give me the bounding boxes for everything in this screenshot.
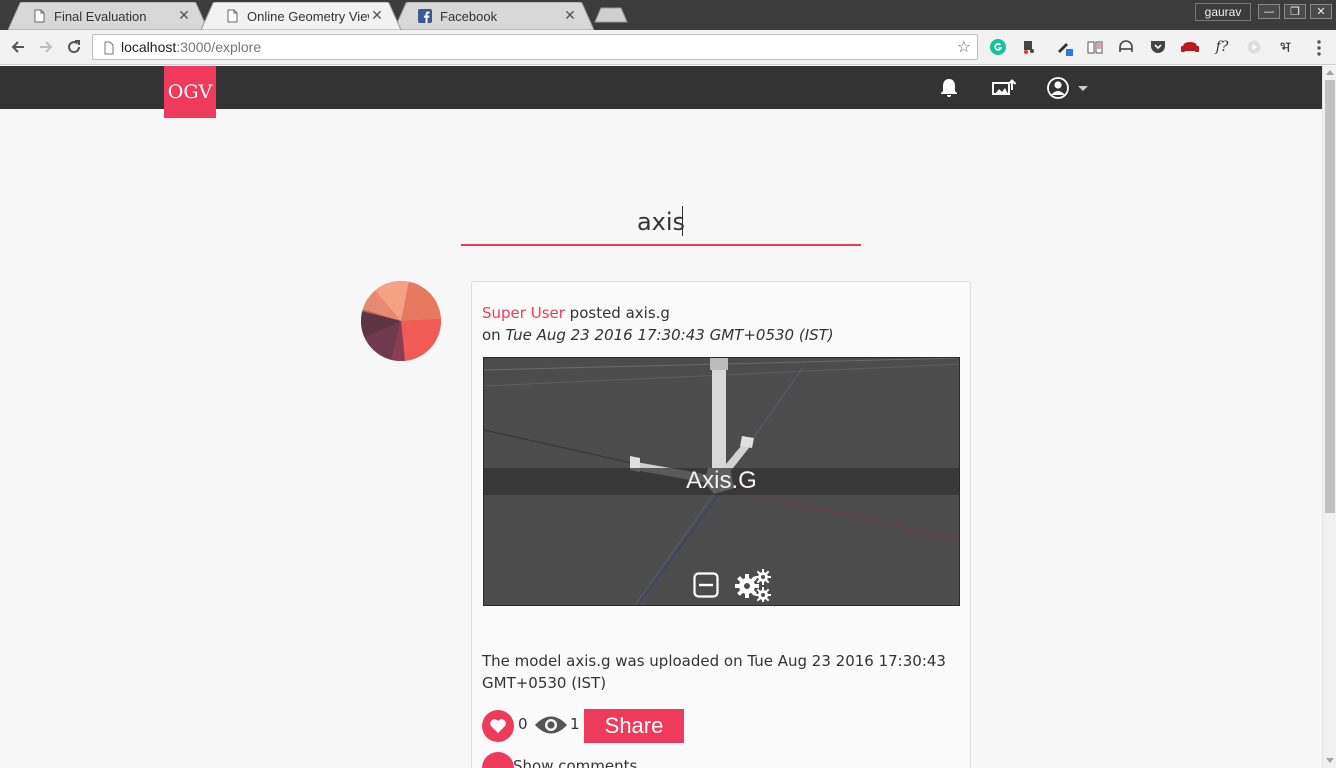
page-icon <box>34 9 45 23</box>
notifications-button[interactable] <box>938 77 960 99</box>
post-date-prefix: on <box>482 326 506 344</box>
bell-icon <box>941 79 957 97</box>
upload-button[interactable] <box>990 77 1018 99</box>
profile-button[interactable]: gaurav <box>1195 3 1251 21</box>
close-window-button[interactable]: ✕ <box>1310 4 1332 19</box>
search-field[interactable] <box>461 200 861 246</box>
likes-count: 0 <box>518 715 528 733</box>
viewer-title: Axis.G <box>686 467 757 494</box>
url-path: :3000/explore <box>176 39 262 55</box>
settings-button[interactable] <box>734 568 774 602</box>
reader-icon[interactable] <box>1086 38 1104 56</box>
reload-icon <box>68 40 81 54</box>
hindi-icon[interactable]: भ <box>1276 38 1294 56</box>
pocket-icon[interactable] <box>1149 38 1167 56</box>
new-tab-button[interactable] <box>594 7 628 23</box>
post-date: Tue Aug 23 2016 17:30:43 GMT+0530 (IST) <box>505 326 834 344</box>
grammarly-icon[interactable] <box>989 38 1007 56</box>
collapse-button[interactable] <box>693 572 721 600</box>
minimize-button[interactable]: — <box>1258 4 1280 19</box>
back-arrow-icon <box>11 41 24 53</box>
play-icon[interactable] <box>1245 38 1263 56</box>
user-icon <box>1047 77 1069 99</box>
model-viewer[interactable]: Axis.G <box>483 357 960 606</box>
eyedropper-icon[interactable] <box>1055 38 1073 56</box>
back-button[interactable] <box>7 36 29 58</box>
facebook-icon <box>418 9 432 23</box>
show-comments-label[interactable]: Show comments <box>513 757 637 768</box>
forward-button[interactable] <box>35 36 57 58</box>
share-button[interactable]: Share <box>584 709 684 743</box>
page-icon <box>227 9 238 23</box>
page-info-icon[interactable] <box>103 41 115 55</box>
like-button[interactable] <box>482 710 514 742</box>
tab-title: Facebook <box>440 8 498 24</box>
browser-menu-icon[interactable] <box>1312 39 1326 57</box>
search-input[interactable] <box>461 200 861 243</box>
minus-square-icon <box>693 572 719 598</box>
sofa-icon[interactable] <box>1181 38 1199 56</box>
views-count: 1 <box>570 715 580 733</box>
post-header: Super User posted axis.g <box>482 304 670 322</box>
post-description: The model axis.g was uploaded on Tue Aug… <box>482 652 946 692</box>
user-menu[interactable] <box>1045 77 1091 99</box>
post-date-line: on Tue Aug 23 2016 17:30:43 GMT+0530 (IS… <box>482 326 834 344</box>
reload-button[interactable] <box>63 36 85 58</box>
upload-icon <box>992 79 1017 95</box>
scroll-down-arrow-icon[interactable] <box>1326 758 1334 763</box>
browser-toolbar: localhost:3000/explore ☆ f? भ <box>0 30 1336 65</box>
page-scrollbar[interactable] <box>1322 66 1336 768</box>
tab-close-icon[interactable]: ✕ <box>176 8 192 24</box>
gears-icon <box>735 569 771 602</box>
forward-arrow-icon <box>40 41 53 53</box>
restore-button[interactable]: ❐ <box>1284 4 1306 19</box>
heart-icon <box>490 719 506 733</box>
caret-down-icon <box>1078 86 1088 91</box>
tab-online-geometry-viewer[interactable]: Online Geometry View ✕ <box>201 2 401 30</box>
tab-title: Online Geometry View <box>247 8 369 24</box>
post-card: Super User posted axis.g on Tue Aug 23 2… <box>471 281 971 768</box>
address-bar[interactable]: localhost:3000/explore ☆ <box>92 34 978 60</box>
eye-icon <box>535 716 567 734</box>
incognito-icon[interactable] <box>1117 38 1135 56</box>
scroll-up-arrow-icon[interactable] <box>1326 70 1334 75</box>
url-host: localhost <box>121 39 177 55</box>
tab-final-evaluation[interactable]: Final Evaluation ✕ <box>8 2 208 30</box>
post-actions: 0 1 Share <box>482 708 962 743</box>
tab-close-icon[interactable]: ✕ <box>562 8 578 24</box>
tab-close-icon[interactable]: ✕ <box>369 8 385 24</box>
extension-icon[interactable] <box>1020 38 1038 56</box>
url-text[interactable]: localhost:3000/explore <box>121 35 261 59</box>
font-icon[interactable]: f? <box>1213 38 1231 56</box>
tab-title: Final Evaluation <box>54 8 147 24</box>
bookmark-star-icon[interactable]: ☆ <box>957 38 971 56</box>
post-action-text: posted axis.g <box>564 304 670 322</box>
brand-logo[interactable]: OGV <box>164 66 216 118</box>
avatar[interactable] <box>361 281 441 361</box>
scrollbar-thumb[interactable] <box>1325 80 1335 513</box>
comment-icon <box>482 752 514 768</box>
post-author-link[interactable]: Super User <box>482 304 565 322</box>
tab-facebook[interactable]: Facebook ✕ <box>394 2 594 30</box>
browser-tab-strip: Final Evaluation ✕ Facebook ✕ Online Geo… <box>0 0 1336 30</box>
text-cursor <box>682 206 683 236</box>
avatar-image <box>361 281 441 361</box>
